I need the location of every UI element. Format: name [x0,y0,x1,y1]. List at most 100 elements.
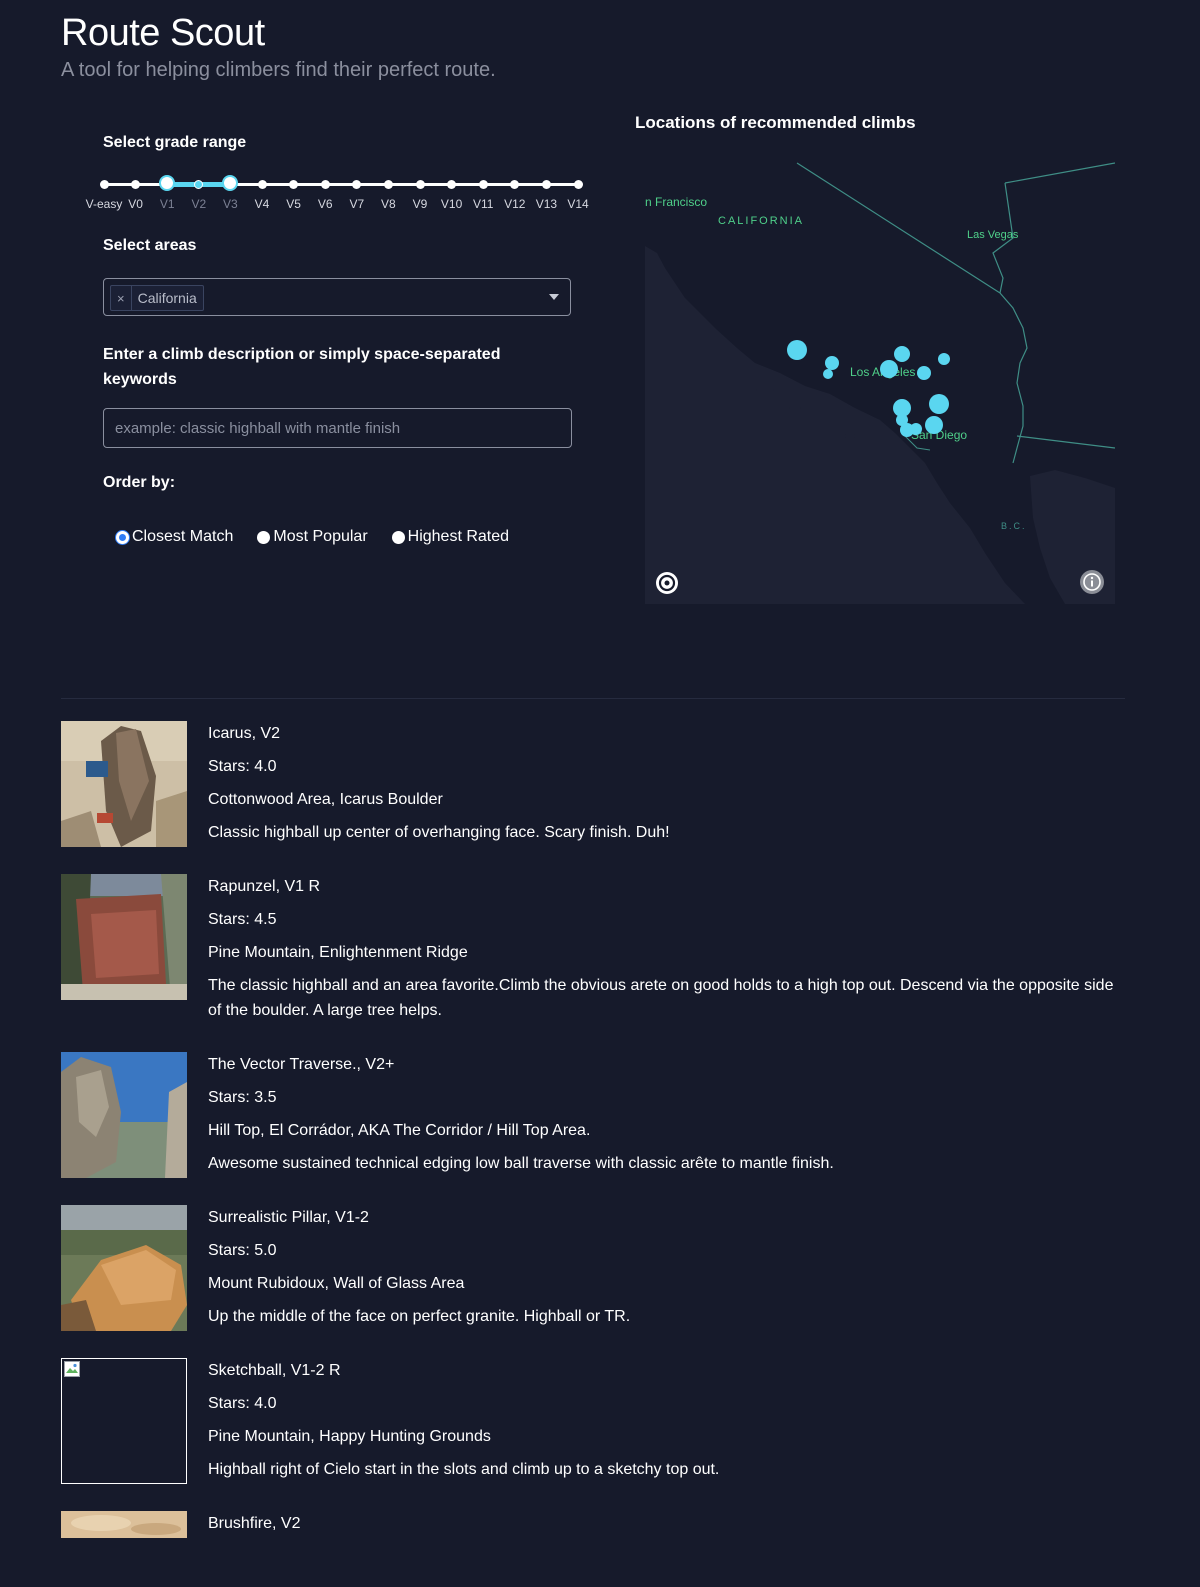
result-item[interactable]: The Vector Traverse., V2+ Stars: 3.5 Hil… [61,1052,1125,1182]
grade-tick-label: V6 [317,197,333,211]
grade-tick-label: V13 [535,197,558,211]
slider-step-dot[interactable] [289,180,299,189]
slider-step-dot[interactable] [447,180,457,189]
climb-location: Cottonwood Area, Icarus Boulder [208,791,443,808]
result-item[interactable]: Rapunzel, V1 R Stars: 4.5 Pine Mountain,… [61,874,1125,1024]
climb-description: The classic highball and an area favorit… [208,977,1114,1019]
grade-tick-label: V7 [349,197,365,211]
map-label-baja: B.C. [1001,521,1027,531]
grade-tick-label: V8 [381,197,396,211]
climb-photo[interactable] [61,1052,187,1178]
climb-name-grade: The Vector Traverse., V2+ [208,1056,395,1073]
grade-tick-label: V14 [567,197,589,211]
climb-description: Classic highball up center of overhangin… [208,824,670,841]
radio-label: Highest Rated [407,528,510,545]
climb-photo[interactable] [61,874,187,1000]
grade-tick-label: V11 [472,197,494,211]
slider-handle-max[interactable] [222,175,239,191]
result-item[interactable]: Surrealistic Pillar, V1-2 Stars: 5.0 Mou… [61,1205,1125,1335]
radio-label: Most Popular [273,528,368,545]
climb-description: Up the middle of the face on perfect gra… [208,1308,631,1325]
section-divider [61,698,1125,699]
climb-name-grade: Icarus, V2 [208,725,281,742]
grade-tick-label: V12 [504,197,526,211]
radio-highest-rated[interactable]: Highest Rated [391,528,510,546]
grade-tick-label: V-easy [85,197,123,211]
climb-description-input[interactable] [103,408,572,448]
climb-name-grade: Rapunzel, V1 R [208,878,321,895]
climb-stars: Stars: 4.0 [208,1395,277,1412]
result-item[interactable]: Sketchball, V1-2 R Stars: 4.0 Pine Mount… [61,1358,1125,1488]
climb-location: Hill Top, El Corrádor, AKA The Corridor … [208,1122,591,1139]
slider-step-dot[interactable] [257,180,267,189]
area-chip: × California [110,285,204,311]
map-canvas[interactable]: n Francisco CALIFORNIA Las Vegas Los Ang… [645,158,1115,604]
order-by-label: Order by: [103,474,176,491]
slider-step-dot[interactable] [573,180,583,189]
map-title: Locations of recommended climbs [635,113,916,132]
app-title: Route Scout [61,12,265,54]
area-chip-label: California [137,290,197,306]
grade-range-slider[interactable]: V-easy V0 V1 V2 V3 V4 V5 V6 V7 V8 V9 V10 V11 V12 V13 V1… [84,170,604,220]
map-label-california: CALIFORNIA [718,215,804,227]
map-label-las-vegas: Las Vegas [967,229,1019,241]
climb-marker[interactable] [929,394,949,414]
climb-marker[interactable] [917,366,931,380]
app-subtitle: A tool for helping climbers find their p… [61,59,496,81]
radio-unselected-icon[interactable] [257,530,271,544]
climb-photo[interactable] [61,1205,187,1331]
climb-name-grade: Surrealistic Pillar, V1-2 [208,1209,369,1226]
climb-marker[interactable] [880,360,898,378]
climb-marker[interactable] [823,369,833,379]
climb-marker[interactable] [825,356,839,370]
radio-selected-icon[interactable] [116,530,129,544]
result-item[interactable]: Icarus, V2 Stars: 4.0 Cottonwood Area, I… [61,721,1125,851]
description-label: Enter a climb description or simply spac… [103,346,501,388]
climb-photo[interactable] [61,1511,187,1538]
grade-tick-label: V2 [191,197,207,211]
radio-most-popular[interactable]: Most Popular [257,528,368,546]
climb-location: Mount Rubidoux, Wall of Glass Area [208,1275,465,1292]
map-logo-icon[interactable] [656,572,678,594]
slider-step-dot[interactable] [383,180,393,189]
chevron-down-icon[interactable] [549,294,559,300]
climb-stars: Stars: 3.5 [208,1089,277,1106]
slider-step-dot[interactable] [510,180,520,189]
climb-name-grade: Sketchball, V1-2 R [208,1362,341,1379]
grade-range-label: Select grade range [103,134,247,151]
result-item[interactable]: Brushfire, V2 [61,1511,1125,1587]
slider-step-dot[interactable] [415,180,425,189]
climb-marker[interactable] [938,353,950,365]
climb-photo[interactable] [61,721,187,847]
areas-multiselect[interactable]: × California [103,278,571,316]
slider-step-dot[interactable] [352,180,362,189]
climb-marker[interactable] [787,340,807,360]
areas-label: Select areas [103,237,197,254]
radio-closest-match[interactable]: Closest Match [116,528,233,546]
order-by-radio-group: Closest Match Most Popular Highest Rated [116,528,533,546]
slider-step-dot[interactable] [478,180,488,189]
climbs-map[interactable]: n Francisco CALIFORNIA Las Vegas Los Ang… [645,158,1115,604]
info-icon[interactable] [1080,570,1104,594]
grade-tick-label: V5 [286,197,301,211]
climb-marker[interactable] [894,346,910,362]
climb-description: Awesome sustained technical edging low b… [208,1155,834,1172]
remove-chip-icon[interactable]: × [111,286,132,310]
climb-stars: Stars: 4.5 [208,911,277,928]
radio-unselected-icon[interactable] [391,530,405,544]
grade-tick-label: V9 [412,197,428,211]
slider-step-dot[interactable] [99,180,109,189]
grade-tick-label: V1 [159,197,175,211]
climb-marker[interactable] [910,423,922,435]
slider-handle-min[interactable] [159,175,176,191]
climb-photo[interactable] [61,1358,187,1484]
climb-marker[interactable] [925,416,943,434]
slider-step-dot[interactable] [131,180,141,189]
slider-step-dot[interactable] [320,180,330,189]
slider-step-dot[interactable] [194,180,204,189]
slider-step-dot[interactable] [541,180,551,189]
climb-stars: Stars: 5.0 [208,1242,277,1259]
climb-name-grade: Brushfire, V2 [208,1515,301,1532]
climb-description: Highball right of Cielo start in the slo… [208,1461,720,1478]
grade-tick-label: V3 [223,197,238,211]
